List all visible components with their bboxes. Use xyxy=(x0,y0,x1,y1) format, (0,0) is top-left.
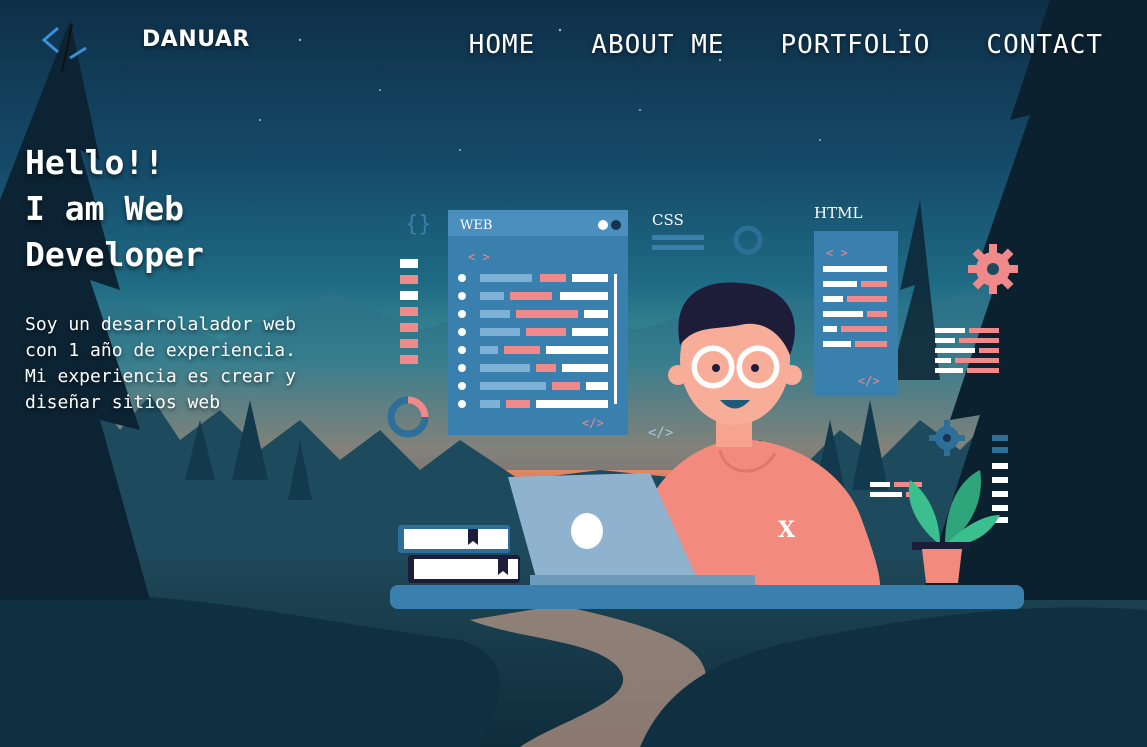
hero-description-line: diseñar sitios web xyxy=(25,392,221,413)
small-gear-icon xyxy=(929,420,965,456)
right-bar-stack xyxy=(992,435,1008,523)
books-stack xyxy=(398,525,520,583)
css-label: CSS xyxy=(652,211,684,229)
css-bar xyxy=(652,235,704,240)
plant-icon xyxy=(908,470,1000,583)
hero-description-line: Mi experiencia es crear y xyxy=(25,366,296,387)
main-nav: HOME ABOUT ME PORTFOLIO CONTACT xyxy=(469,30,1103,60)
small-donut-icon xyxy=(733,225,763,255)
nav-about-me[interactable]: ABOUT ME xyxy=(591,30,724,60)
foreground-ground xyxy=(0,594,500,747)
gear-icon xyxy=(968,244,1018,294)
web-open-tag: < > xyxy=(468,250,490,264)
hero-section: Hello!! I am Web Developer Soy un desarr… xyxy=(25,140,345,416)
html-code-window: HTML < > </> xyxy=(814,204,898,396)
hero-description-line: con 1 año de experiencia. xyxy=(25,340,296,361)
brand-name[interactable]: DANUAR xyxy=(142,27,250,52)
desk xyxy=(390,585,1024,609)
html-label: HTML xyxy=(814,204,862,222)
nav-contact[interactable]: CONTACT xyxy=(986,30,1103,60)
nav-portfolio[interactable]: PORTFOLIO xyxy=(781,30,931,60)
code-tag-icon: </> xyxy=(648,425,673,441)
curly-brace-icon: {} xyxy=(405,212,432,237)
shirt-letter: X xyxy=(778,517,796,543)
hero-title-line: Developer xyxy=(25,235,204,274)
foreground-ground-right xyxy=(640,607,1147,747)
web-code-window: WEB < > </> xyxy=(448,210,628,435)
developer-illustration: {} WEB < > </> CSS HTML < > </> </> X xyxy=(387,204,1024,609)
page-stage: DANUAR HOME ABOUT ME PORTFOLIO CONTACT H… xyxy=(0,0,1147,747)
web-window-label: WEB xyxy=(460,218,492,233)
hero-title-line: I am Web xyxy=(25,189,184,228)
html-close-tag: </> xyxy=(858,374,880,388)
html-open-tag: < > xyxy=(826,246,848,260)
brand-logo-icon[interactable] xyxy=(40,18,100,78)
left-bar-stack xyxy=(400,259,418,364)
hero-title-line: Hello!! xyxy=(25,143,165,182)
web-close-tag: </> xyxy=(582,416,604,430)
hero-title: Hello!! I am Web Developer xyxy=(25,140,345,278)
donut-chart-segment xyxy=(407,396,429,418)
hero-description-line: Soy un desarrolalador web xyxy=(25,314,296,335)
css-bar xyxy=(652,245,704,250)
nav-home[interactable]: HOME xyxy=(469,30,536,60)
hero-description: Soy un desarrolalador web con 1 año de e… xyxy=(25,312,345,416)
